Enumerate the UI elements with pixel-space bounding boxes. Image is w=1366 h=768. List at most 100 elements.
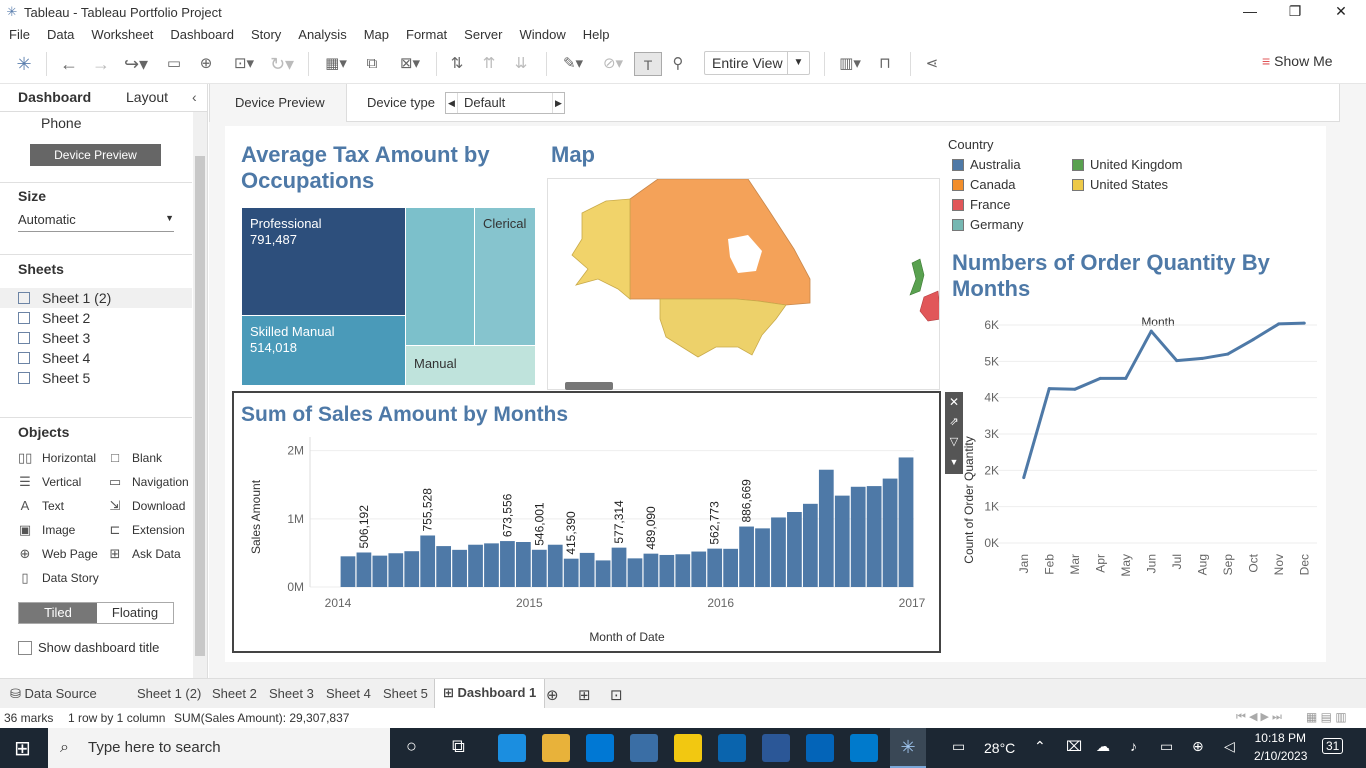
swap-icon[interactable]: ⇅ bbox=[446, 52, 468, 76]
show-cards-icon[interactable]: ▥▾ bbox=[834, 52, 866, 76]
menu-analysis[interactable]: Analysis bbox=[289, 27, 354, 42]
sheet-item[interactable]: Sheet 3 bbox=[18, 330, 90, 346]
tray-chevron-icon[interactable]: ⌃ bbox=[1034, 738, 1046, 755]
sql-icon[interactable] bbox=[762, 734, 790, 762]
pane-scrollbar[interactable] bbox=[193, 112, 207, 678]
sheet-item[interactable]: Sheet 1 (2) bbox=[18, 290, 111, 306]
new-datasource-icon[interactable]: ⊕ bbox=[196, 52, 216, 76]
object-ask-data[interactable]: ⊞Ask Data bbox=[108, 546, 181, 562]
menu-dashboard[interactable]: Dashboard bbox=[161, 27, 242, 42]
sheet-item[interactable]: Sheet 5 bbox=[18, 370, 90, 386]
new-dashboard-tab-icon[interactable]: ⊞ bbox=[578, 686, 591, 704]
more-options-icon[interactable]: ▼ bbox=[945, 452, 963, 472]
treemap-cell-clerical[interactable]: Clerical bbox=[475, 208, 535, 345]
cortana-icon[interactable]: ○ bbox=[406, 736, 417, 757]
sheet-tab[interactable]: Sheet 4 bbox=[326, 686, 371, 701]
show-me-button[interactable]: ≡Show Me bbox=[1262, 53, 1333, 69]
pause-updates-icon[interactable]: ⊡▾ bbox=[226, 52, 262, 76]
device-phone[interactable]: Phone bbox=[41, 115, 81, 131]
clear-sheet-icon[interactable]: ⊠▾ bbox=[392, 52, 428, 76]
menu-format[interactable]: Format bbox=[397, 27, 455, 42]
object-text[interactable]: AText bbox=[18, 498, 64, 513]
show-title-checkbox[interactable]: Show dashboard title bbox=[18, 640, 159, 655]
device-preview-tab[interactable]: Device Preview bbox=[210, 84, 347, 122]
close-window-icon[interactable]: ✕ bbox=[1318, 0, 1364, 24]
tableau-taskbar-icon[interactable]: ✳ bbox=[890, 728, 926, 768]
object-vertical[interactable]: ☰Vertical bbox=[18, 474, 81, 490]
vscode-icon[interactable] bbox=[850, 734, 878, 762]
object-extension[interactable]: ⊏Extension bbox=[108, 522, 185, 538]
sheet-tab[interactable]: Sheet 5 bbox=[383, 686, 428, 701]
windows-start-icon[interactable]: ⊞ bbox=[14, 736, 31, 761]
treemap-cell-unnamed[interactable] bbox=[406, 208, 474, 345]
treemap-cell-professional[interactable]: Professional 791,487 bbox=[242, 208, 405, 315]
presentation-mode-icon[interactable]: ⊓ bbox=[874, 52, 896, 76]
object-download[interactable]: ⇲Download bbox=[108, 498, 185, 514]
share-icon[interactable]: ⋖ bbox=[920, 52, 944, 76]
taskbar-search[interactable]: ⌕ Type here to search bbox=[48, 728, 390, 768]
menu-worksheet[interactable]: Worksheet bbox=[82, 27, 161, 42]
group-icon[interactable]: ⊘▾ bbox=[596, 52, 630, 76]
legend-item[interactable]: United States bbox=[1072, 177, 1168, 192]
resize-handle[interactable] bbox=[565, 382, 613, 390]
tableau-home-icon[interactable]: ✳ bbox=[14, 52, 34, 76]
tray-device-icon[interactable]: ⌧ bbox=[1066, 738, 1082, 755]
clock-date[interactable]: 2/10/2023 bbox=[1254, 749, 1306, 763]
sheet-tab[interactable]: Sheet 3 bbox=[269, 686, 314, 701]
legend-item[interactable]: United Kingdom bbox=[1072, 157, 1183, 172]
volume-icon[interactable]: ◁ bbox=[1224, 738, 1235, 755]
legend-item[interactable]: Canada bbox=[952, 177, 1016, 192]
tab-layout[interactable]: Layout bbox=[126, 89, 168, 105]
outlook-icon[interactable] bbox=[806, 734, 834, 762]
weather-temp[interactable]: 28°C bbox=[984, 740, 1015, 756]
undo-icon[interactable]: ← bbox=[58, 52, 80, 76]
legend-item[interactable]: Australia bbox=[952, 157, 1021, 172]
file-explorer-icon[interactable] bbox=[542, 734, 570, 762]
sales-bar-chart[interactable]: Sales Amount Month of Date 2M1M0M506,192… bbox=[234, 433, 939, 651]
size-dropdown[interactable]: Automatic ▼ bbox=[18, 212, 174, 232]
data-source-tab[interactable]: ⛁ Data Source bbox=[10, 686, 97, 702]
object-web-page[interactable]: ⊕Web Page bbox=[18, 546, 98, 562]
page-nav-icons[interactable]: ⏮ ◀ ▶ ⏭ bbox=[1236, 710, 1282, 724]
cloud-icon[interactable]: ☁ bbox=[1096, 738, 1110, 755]
pane-scroll-thumb[interactable] bbox=[195, 156, 205, 656]
map-view[interactable] bbox=[547, 178, 940, 390]
view-toggle-icons[interactable]: ▦ ▤ ▥ bbox=[1306, 710, 1347, 724]
mail-icon[interactable] bbox=[718, 734, 746, 762]
dashboard-tab[interactable]: ⊞ Dashboard 1 bbox=[434, 679, 545, 708]
sheet-tab[interactable]: Sheet 2 bbox=[212, 686, 257, 701]
menu-window[interactable]: Window bbox=[510, 27, 573, 42]
sales-chart-container[interactable]: Sum of Sales Amount by Months Sales Amou… bbox=[232, 391, 941, 653]
sheet-item[interactable]: Sheet 4 bbox=[18, 350, 90, 366]
new-worksheet-icon[interactable]: ▦▾ bbox=[318, 52, 354, 76]
minimize-icon[interactable]: — bbox=[1227, 0, 1273, 24]
device-preview-button[interactable]: Device Preview bbox=[30, 144, 161, 166]
menu-server[interactable]: Server bbox=[455, 27, 510, 42]
new-worksheet-tab-icon[interactable]: ⊕ bbox=[546, 686, 559, 704]
show-labels-icon[interactable]: T bbox=[634, 52, 662, 76]
collapse-pane-icon[interactable]: ‹ bbox=[192, 89, 197, 105]
battery-icon[interactable]: ▭ bbox=[1160, 738, 1173, 755]
menu-map[interactable]: Map bbox=[355, 27, 397, 42]
order-line-chart[interactable]: Month Count of Order Quantity 6K5K4K3K2K… bbox=[945, 310, 1325, 650]
filter-icon[interactable]: ▽ bbox=[945, 432, 963, 452]
redo-icon[interactable]: → bbox=[90, 52, 112, 76]
object-data-story[interactable]: ▯Data Story bbox=[18, 570, 99, 586]
save-icon[interactable]: ▭ bbox=[164, 52, 184, 76]
object-horizontal[interactable]: ▯▯Horizontal bbox=[18, 450, 96, 466]
menu-story[interactable]: Story bbox=[242, 27, 289, 42]
clock-time[interactable]: 10:18 PM bbox=[1254, 731, 1306, 745]
highlight-icon[interactable]: ✎▾ bbox=[556, 52, 590, 76]
edge-icon[interactable] bbox=[498, 734, 526, 762]
network-icon[interactable]: ⊕ bbox=[1192, 738, 1204, 755]
restore-icon[interactable]: ❐ bbox=[1272, 0, 1318, 24]
menu-help[interactable]: Help bbox=[574, 27, 618, 42]
tiled-button[interactable]: Tiled bbox=[19, 603, 97, 623]
task-view-icon[interactable]: ⧉ bbox=[452, 736, 465, 757]
weather-icon[interactable]: ▭ bbox=[952, 738, 965, 755]
sort-ascending-icon[interactable]: ⇈ bbox=[478, 52, 500, 76]
treemap-cell-manual[interactable]: Manual bbox=[406, 346, 535, 385]
object-navigation[interactable]: ▭Navigation bbox=[108, 474, 189, 490]
tab-dashboard[interactable]: Dashboard bbox=[18, 89, 91, 105]
go-to-sheet-icon[interactable]: ⇗ bbox=[945, 412, 963, 432]
